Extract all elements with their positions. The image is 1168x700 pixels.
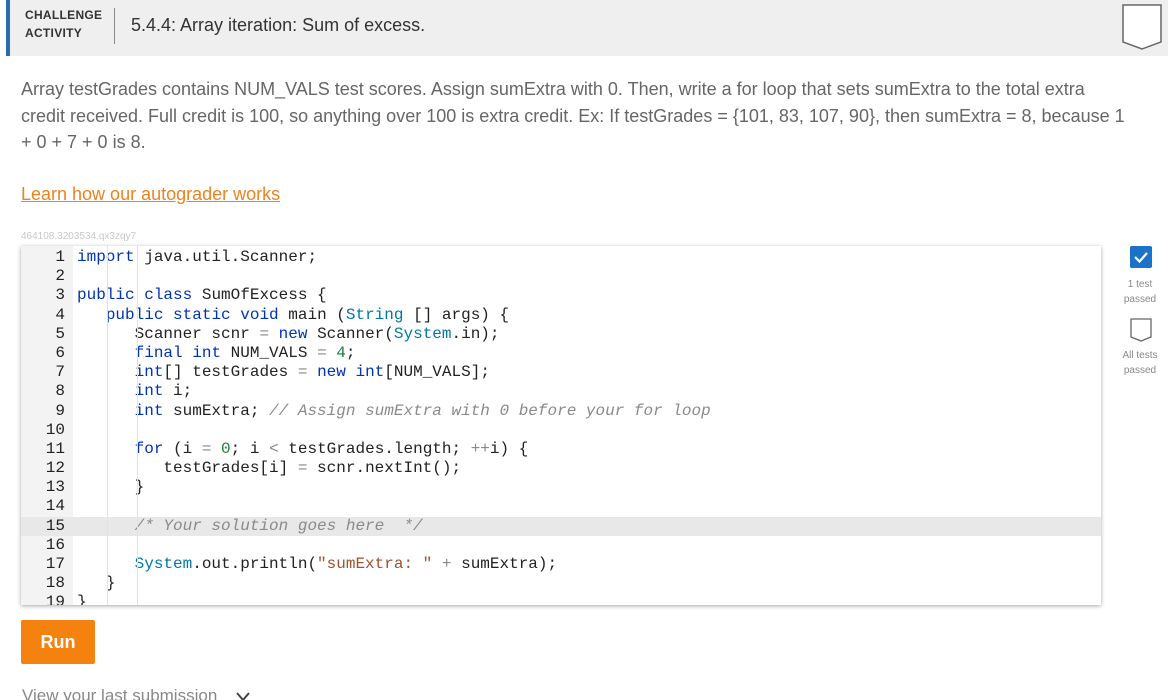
line-number: 10 [45,420,65,439]
view-last-submission[interactable]: View your last submission [22,686,250,700]
code-line[interactable]: 16 [21,536,1101,555]
all-tests-label-line1: All tests [1122,350,1158,361]
code-text[interactable]: final int NUM_VALS = 4; [77,344,356,363]
code-text[interactable]: testGrades[i] = scnr.nextInt(); [77,459,461,478]
challenge-label-line1: CHALLENGE [25,8,103,22]
challenge-label-line2: ACTIVITY [25,26,83,40]
first-test-label-line2: passed [1123,294,1157,305]
code-line[interactable]: 3 public class SumOfExcess { [21,286,1101,305]
all-tests-label-line2: passed [1123,365,1157,376]
code-text[interactable]: Scanner scnr = new Scanner(System.in); [77,325,500,344]
code-lines[interactable]: 1 import java.util.Scanner; 2 3 public class… [21,248,1101,605]
line-number: 19 [45,593,65,605]
first-test-label-line1: 1 test [1127,279,1153,290]
code-line[interactable]: 19} [21,593,1101,605]
code-line[interactable]: 18 } [21,574,1101,593]
activity-id: 464108.3203534.qx3zqy7 [21,231,137,242]
challenge-activity-label: CHALLENGE ACTIVITY [25,6,105,42]
empty-badge-icon [1130,318,1152,342]
code-line[interactable]: 13 } [21,478,1101,497]
all-tests-status: All tests passed [1114,348,1166,378]
code-line[interactable]: 12 testGrades[i] = scnr.nextInt(); [21,459,1101,478]
line-number: 1 [55,248,65,266]
code-text[interactable]: System.out.println("sumExtra: " + sumExt… [77,555,558,574]
code-line[interactable]: 15 /* Your solution goes here */ [21,516,1101,536]
line-number: 18 [45,574,65,593]
line-number: 5 [55,324,65,343]
view-last-submission-label: View your last submission [22,686,218,700]
code-editor[interactable]: 1 import java.util.Scanner; 2 3 public class… [21,246,1101,605]
learn-autograder-link[interactable]: Learn how our autograder works [21,184,280,205]
code-line[interactable]: 4 public static void main (String [] arg… [21,306,1101,325]
challenge-header: CHALLENGE ACTIVITY 5.4.4: Array iteratio… [6,0,1168,56]
code-text[interactable]: public static void main (String [] args)… [77,306,509,325]
indent-guide [137,246,138,605]
code-line[interactable]: 8 int i; [21,382,1101,401]
line-number: 3 [55,286,65,305]
first-test-status: 1 test passed [1114,277,1166,307]
code-line[interactable]: 6 final int NUM_VALS = 4; [21,344,1101,363]
completion-badge-icon [1122,4,1162,50]
line-number: 11 [45,439,65,458]
code-text[interactable]: int sumExtra; // Assign sumExtra with 0 … [77,402,711,421]
line-number: 7 [55,363,65,382]
code-line[interactable]: 1 import java.util.Scanner; [21,248,1101,267]
run-button[interactable]: Run [21,620,95,664]
line-number: 8 [55,382,65,401]
code-text[interactable]: for (i = 0; i < testGrades.length; ++i) … [77,440,529,459]
code-text[interactable]: } [77,593,87,605]
line-number: 9 [55,401,65,420]
code-text[interactable]: import java.util.Scanner; [77,248,317,267]
line-number: 2 [55,267,65,286]
code-line[interactable]: 14 [21,497,1101,516]
line-number: 13 [45,478,65,497]
line-number: 17 [45,555,65,573]
code-line[interactable]: 10 [21,421,1101,440]
code-line[interactable]: 7 int[] testGrades = new int[NUM_VALS]; [21,363,1101,382]
code-line[interactable]: 11 for (i = 0; i < testGrades.length; ++… [21,440,1101,459]
code-text[interactable]: public class SumOfExcess { [77,286,327,305]
prompt-text: Array testGrades contains NUM_VALS test … [21,79,1125,152]
line-number: 16 [45,535,65,554]
line-number: 15 [45,516,65,535]
indent-guide [107,246,108,605]
code-text[interactable]: int[] testGrades = new int[NUM_VALS]; [77,363,490,382]
activity-title: 5.4.4: Array iteration: Sum of excess. [131,15,426,35]
line-number: 4 [55,305,65,324]
code-text[interactable]: /* Your solution goes here */ [77,517,423,536]
line-number: 12 [45,459,65,478]
code-text[interactable]: } [77,478,145,497]
checkmark-icon [1130,246,1152,268]
line-number: 14 [45,497,65,516]
line-number: 6 [55,343,65,362]
code-line[interactable]: 5 Scanner scnr = new Scanner(System.in); [21,325,1101,344]
code-line[interactable]: 9 int sumExtra; // Assign sumExtra with … [21,402,1101,421]
code-text[interactable]: int i; [77,382,193,401]
code-text[interactable]: } [77,574,116,593]
chevron-down-icon [236,691,250,700]
code-line[interactable]: 2 [21,267,1101,286]
code-line[interactable]: 17 System.out.println("sumExtra: " + sum… [21,555,1101,574]
header-divider [114,8,115,44]
